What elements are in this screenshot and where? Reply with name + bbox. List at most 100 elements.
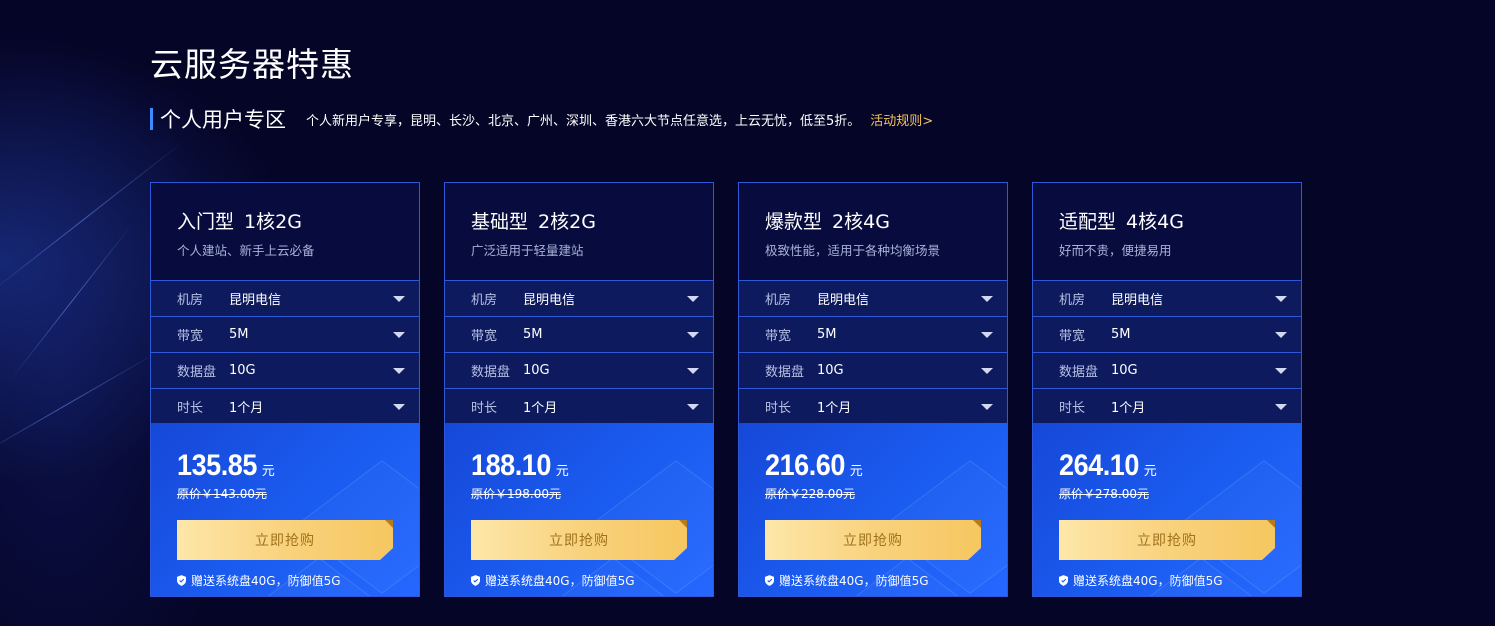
option-select[interactable]: 机房 昆明电信: [445, 281, 713, 317]
option-value: 10G: [523, 363, 550, 378]
plan-name: 适配型: [1059, 211, 1117, 233]
plan-name: 基础型: [471, 211, 529, 233]
option-label: 数据盘: [765, 365, 805, 380]
button-corner-decoration: [385, 520, 393, 528]
product-cards: 入门型 1核2G 个人建站、新手上云必备 机房 昆明电信 带宽 5M 数据盘 10G 时长 1个…: [150, 182, 1302, 597]
plan-spec: 4核4G: [1126, 211, 1184, 233]
buy-now-button[interactable]: 立即抢购: [765, 520, 981, 560]
option-select[interactable]: 时长 1个月: [445, 389, 713, 425]
chevron-down-icon: [687, 403, 699, 410]
section-description: 个人新用户专享，昆明、长沙、北京、广州、深圳、香港六大节点任意选，上云无忧，低至…: [306, 113, 861, 129]
option-label: 机房: [765, 293, 792, 308]
chevron-down-icon: [687, 295, 699, 302]
card-header: 入门型 1核2G 个人建站、新手上云必备: [151, 183, 419, 281]
plan-name: 入门型: [177, 211, 235, 233]
buy-now-button[interactable]: 立即抢购: [177, 520, 393, 560]
option-select[interactable]: 数据盘 10G: [1033, 353, 1301, 389]
option-value: 昆明电信: [1111, 293, 1164, 308]
config-options: 机房 昆明电信 带宽 5M 数据盘 10G 时长 1个月: [445, 281, 713, 425]
buy-button-label: 立即抢购: [843, 533, 903, 549]
option-label: 时长: [1059, 401, 1086, 416]
plan-description: 好而不贵，便捷易用: [1059, 243, 1172, 258]
chevron-down-icon: [1275, 295, 1287, 302]
chevron-down-icon: [1275, 367, 1287, 374]
option-select[interactable]: 带宽 5M: [445, 317, 713, 353]
option-label: 带宽: [765, 329, 792, 344]
price-unit: 元: [261, 464, 275, 479]
option-select[interactable]: 时长 1个月: [1033, 389, 1301, 425]
option-select[interactable]: 机房 昆明电信: [151, 281, 419, 317]
card-header: 基础型 2核2G 广泛适用于轻量建站: [445, 183, 713, 281]
product-card: 基础型 2核2G 广泛适用于轻量建站 机房 昆明电信 带宽 5M 数据盘 10G 时长 1个月 …: [444, 182, 714, 597]
card-header: 爆款型 2核4G 极致性能，适用于各种均衡场景: [739, 183, 1007, 281]
card-title: 入门型 1核2G: [177, 207, 419, 234]
button-corner-decoration: [1267, 520, 1275, 528]
option-label: 带宽: [471, 329, 498, 344]
buy-now-button[interactable]: 立即抢购: [1059, 520, 1275, 560]
button-corner-decoration: [679, 520, 687, 528]
product-card: 爆款型 2核4G 极致性能，适用于各种均衡场景 机房 昆明电信带宽 5M 数据盘 10G 时…: [738, 182, 1008, 597]
card-title: 爆款型 2核4G: [765, 207, 1007, 234]
option-label: 时长: [471, 401, 498, 416]
product-card: 适配型 4核4G 好而不贵，便捷易用 机房 昆明电信 带宽 5M 数据盘 10G 时长 1个月 …: [1032, 182, 1302, 597]
option-select[interactable]: 时长 1个月: [151, 389, 419, 425]
option-select[interactable]: 数据盘 10G: [445, 353, 713, 389]
card-header: 适配型 4核4G 好而不贵，便捷易用: [1033, 183, 1301, 281]
option-value: 昆明电信: [229, 293, 282, 308]
product-card: 入门型 1核2G 个人建站、新手上云必备 机房 昆明电信 带宽 5M 数据盘 10G 时长 1个…: [150, 182, 420, 597]
button-corner-decoration: [973, 520, 981, 528]
option-value: 5M: [1111, 327, 1131, 342]
chevron-down-icon: [393, 295, 405, 302]
buy-button-label: 立即抢购: [549, 533, 609, 549]
option-label: 数据盘: [1059, 365, 1099, 380]
plan-spec: 2核4G: [832, 211, 890, 233]
section-accent-bar: [150, 108, 153, 130]
shield-icon: [765, 575, 774, 586]
price-panel: 264.10 元 原价￥278.00元 立即抢购 赠送系统盘40G，防御值5G: [1033, 423, 1301, 596]
option-value: 10G: [817, 363, 844, 378]
buy-button-label: 立即抢购: [1137, 533, 1197, 549]
plan-spec: 2核2G: [538, 211, 596, 233]
price-unit: 元: [1143, 464, 1157, 479]
buy-button-label: 立即抢购: [255, 533, 315, 549]
option-value: 昆明电信: [817, 293, 870, 308]
page-background: 云服务器特惠 个人用户专区 个人新用户专享，昆明、长沙、北京、广州、深圳、香港六…: [0, 0, 1495, 626]
current-price: 135.85: [177, 449, 257, 482]
option-value: 昆明电信: [523, 293, 576, 308]
plan-description: 个人建站、新手上云必备: [177, 243, 315, 258]
price-panel: 216.60 元 原价￥228.00元 立即抢购 赠送系统盘40G，防御值5G: [739, 423, 1007, 596]
price-panel: 188.10 元 原价￥198.00元 立即抢购 赠送系统盘40G，防御值5G: [445, 423, 713, 596]
option-select[interactable]: 时长 1个月: [739, 389, 1007, 425]
option-select[interactable]: 带宽 5M: [739, 317, 1007, 353]
shield-icon: [177, 575, 186, 586]
buy-now-button[interactable]: 立即抢购: [471, 520, 687, 560]
option-select[interactable]: 机房 昆明电信: [1033, 281, 1301, 317]
chevron-down-icon: [687, 367, 699, 374]
plan-spec: 1核2G: [244, 211, 302, 233]
chevron-down-icon: [1275, 331, 1287, 338]
config-options: 机房 昆明电信带宽 5M 数据盘 10G 时长 1个月: [739, 281, 1007, 425]
chevron-down-icon: [981, 295, 993, 302]
current-price: 188.10: [471, 449, 551, 482]
chevron-down-icon: [981, 367, 993, 374]
activity-rules-link[interactable]: 活动规则>: [870, 110, 933, 129]
price-unit: 元: [555, 464, 569, 479]
section-header: 个人用户专区 个人新用户专享，昆明、长沙、北京、广州、深圳、香港六大节点任意选，…: [150, 106, 933, 132]
option-value: 5M: [817, 327, 837, 342]
section-title: 个人用户专区: [160, 108, 286, 132]
chevron-down-icon: [393, 331, 405, 338]
current-price: 264.10: [1059, 449, 1139, 482]
option-select[interactable]: 机房 昆明电信: [739, 281, 1007, 317]
option-select[interactable]: 带宽 5M: [1033, 317, 1301, 353]
option-value: 1个月: [817, 401, 852, 416]
card-title: 适配型 4核4G: [1059, 207, 1301, 234]
chevron-down-icon: [393, 367, 405, 374]
card-title: 基础型 2核2G: [471, 207, 713, 234]
option-select[interactable]: 数据盘 10G: [739, 353, 1007, 389]
option-select[interactable]: 带宽 5M: [151, 317, 419, 353]
chevron-down-icon: [981, 403, 993, 410]
light-streak: [0, 350, 161, 461]
page-title: 云服务器特惠: [150, 45, 354, 84]
option-label: 数据盘: [177, 365, 217, 380]
option-select[interactable]: 数据盘 10G: [151, 353, 419, 389]
